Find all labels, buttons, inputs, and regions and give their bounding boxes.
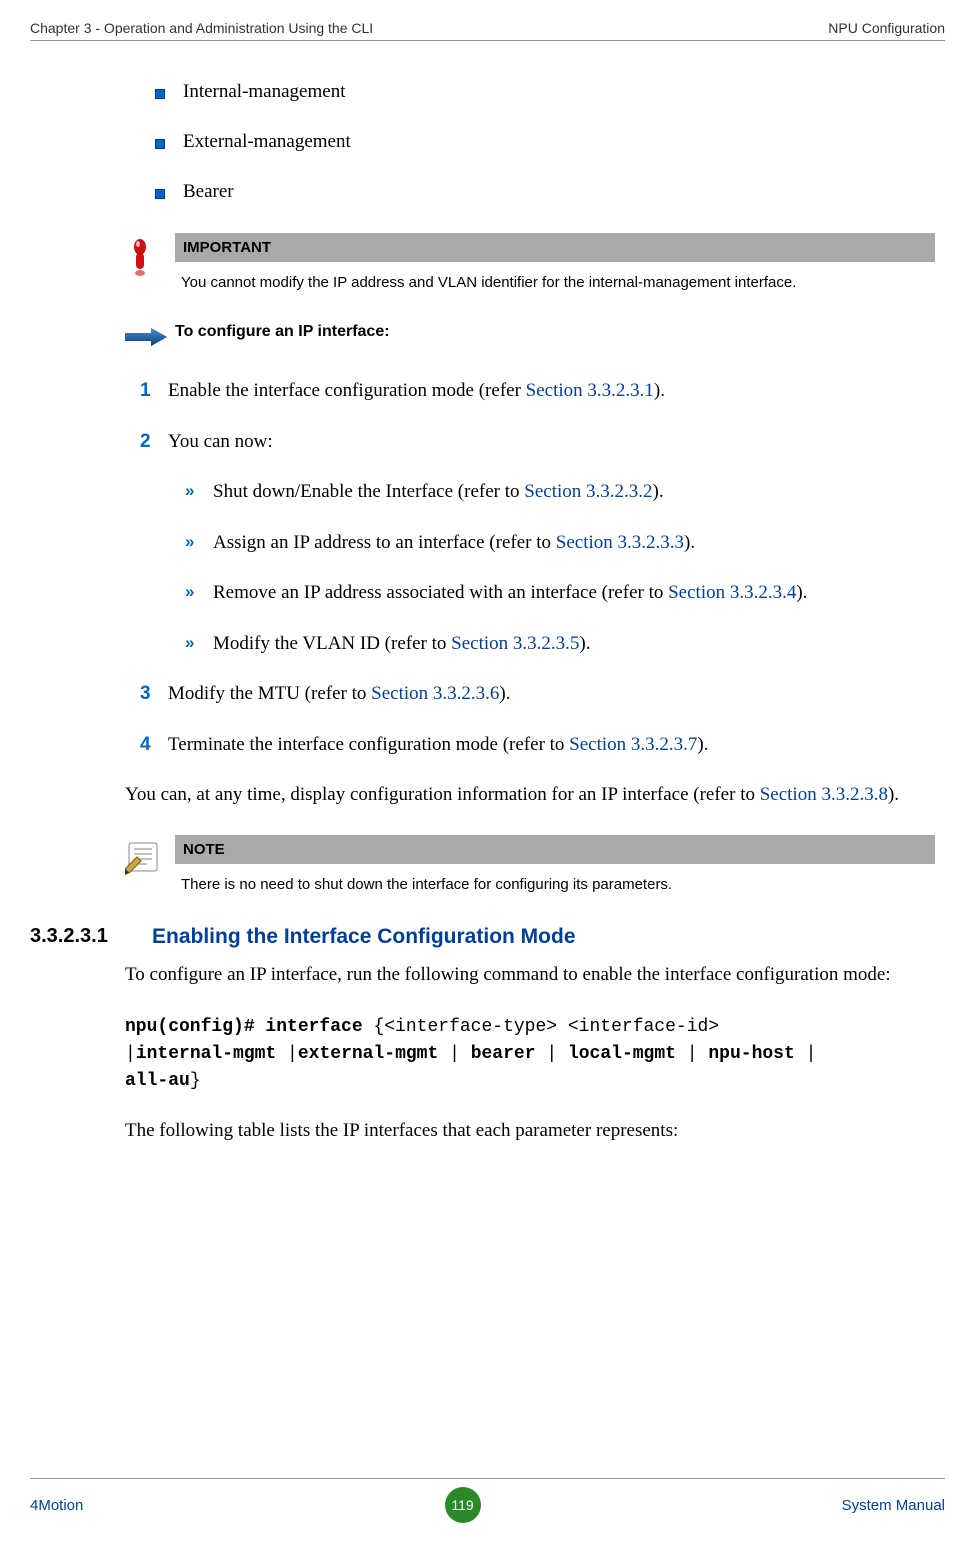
note-icon xyxy=(125,835,175,895)
list-item: 1 Enable the interface configuration mod… xyxy=(140,377,935,406)
numbered-list: 3 Modify the MTU (refer to Section 3.3.2… xyxy=(140,680,935,759)
section-link[interactable]: Section 3.3.2.3.6 xyxy=(371,683,499,704)
page-header: Chapter 3 - Operation and Administration… xyxy=(30,20,945,41)
footer-right: System Manual xyxy=(842,1497,945,1514)
note-label: NOTE xyxy=(175,835,935,864)
page-content: Internal-management External-management … xyxy=(125,81,935,1146)
section-link[interactable]: Section 3.3.2.3.8 xyxy=(760,784,888,805)
section-link[interactable]: Section 3.3.2.3.1 xyxy=(526,380,654,401)
step-number: 4 xyxy=(140,731,168,760)
paragraph: You can, at any time, display configurat… xyxy=(125,781,935,810)
page-footer: 4Motion 119 System Manual xyxy=(30,1478,945,1523)
bullet-text: External-management xyxy=(183,131,351,153)
note-callout: NOTE There is no need to shut down the i… xyxy=(125,835,935,895)
step-text: Enable the interface configuration mode … xyxy=(168,377,665,406)
sub-item: » Assign an IP address to an interface (… xyxy=(185,529,935,558)
footer-left: 4Motion xyxy=(30,1497,83,1514)
callout-body: IMPORTANT You cannot modify the IP addre… xyxy=(175,233,935,293)
page-number-badge: 119 xyxy=(445,1487,481,1523)
step-number: 1 xyxy=(140,377,168,406)
sub-item: » Shut down/Enable the Interface (refer … xyxy=(185,478,935,507)
sub-text: Assign an IP address to an interface (re… xyxy=(213,529,695,558)
paragraph: The following table lists the IP interfa… xyxy=(125,1117,935,1146)
bullet-item: Internal-management xyxy=(155,81,935,103)
step-text: Modify the MTU (refer to Section 3.3.2.3… xyxy=(168,680,510,709)
bullet-item: Bearer xyxy=(155,181,935,203)
header-left: Chapter 3 - Operation and Administration… xyxy=(30,20,373,36)
note-text: There is no need to shut down the interf… xyxy=(175,864,935,895)
square-bullet-icon xyxy=(155,189,165,199)
chevron-icon: » xyxy=(185,579,213,608)
section-title: Enabling the Interface Configuration Mod… xyxy=(152,925,576,949)
sub-text: Modify the VLAN ID (refer to Section 3.3… xyxy=(213,630,590,659)
sub-text: Remove an IP address associated with an … xyxy=(213,579,807,608)
chevron-icon: » xyxy=(185,478,213,507)
sub-item: » Remove an IP address associated with a… xyxy=(185,579,935,608)
callout-body: NOTE There is no need to shut down the i… xyxy=(175,835,935,895)
bullet-item: External-management xyxy=(155,131,935,153)
section-link[interactable]: Section 3.3.2.3.4 xyxy=(668,582,796,603)
important-label: IMPORTANT xyxy=(175,233,935,262)
chevron-icon: » xyxy=(185,529,213,558)
paragraph: To configure an IP interface, run the fo… xyxy=(125,961,935,990)
instruction-text: To configure an IP interface: xyxy=(175,323,390,347)
numbered-list: 1 Enable the interface configuration mod… xyxy=(140,377,935,456)
arrow-icon xyxy=(125,323,175,347)
bullet-text: Bearer xyxy=(183,181,234,203)
bullet-list: Internal-management External-management … xyxy=(155,81,935,203)
header-right: NPU Configuration xyxy=(828,20,945,36)
chevron-icon: » xyxy=(185,630,213,659)
section-number: 3.3.2.3.1 xyxy=(30,925,152,949)
step-number: 2 xyxy=(140,428,168,457)
list-item: 2 You can now: xyxy=(140,428,935,457)
square-bullet-icon xyxy=(155,89,165,99)
section-heading: 3.3.2.3.1 Enabling the Interface Configu… xyxy=(125,925,935,949)
list-item: 3 Modify the MTU (refer to Section 3.3.2… xyxy=(140,680,935,709)
code-block: npu(config)# interface {<interface-type>… xyxy=(125,1014,935,1095)
important-icon xyxy=(125,233,175,293)
bullet-text: Internal-management xyxy=(183,81,345,103)
list-item: 4 Terminate the interface configuration … xyxy=(140,731,935,760)
section-link[interactable]: Section 3.3.2.3.5 xyxy=(451,633,579,654)
square-bullet-icon xyxy=(155,139,165,149)
sub-item: » Modify the VLAN ID (refer to Section 3… xyxy=(185,630,935,659)
important-text: You cannot modify the IP address and VLA… xyxy=(175,262,935,293)
sub-text: Shut down/Enable the Interface (refer to… xyxy=(213,478,664,507)
step-text: You can now: xyxy=(168,428,273,457)
step-number: 3 xyxy=(140,680,168,709)
section-link[interactable]: Section 3.3.2.3.7 xyxy=(569,734,697,755)
section-link[interactable]: Section 3.3.2.3.3 xyxy=(556,532,684,553)
sub-list: » Shut down/Enable the Interface (refer … xyxy=(185,478,935,658)
important-callout: IMPORTANT You cannot modify the IP addre… xyxy=(125,233,935,293)
section-link[interactable]: Section 3.3.2.3.2 xyxy=(524,481,652,502)
step-text: Terminate the interface configuration mo… xyxy=(168,731,709,760)
instruction-row: To configure an IP interface: xyxy=(125,323,935,347)
